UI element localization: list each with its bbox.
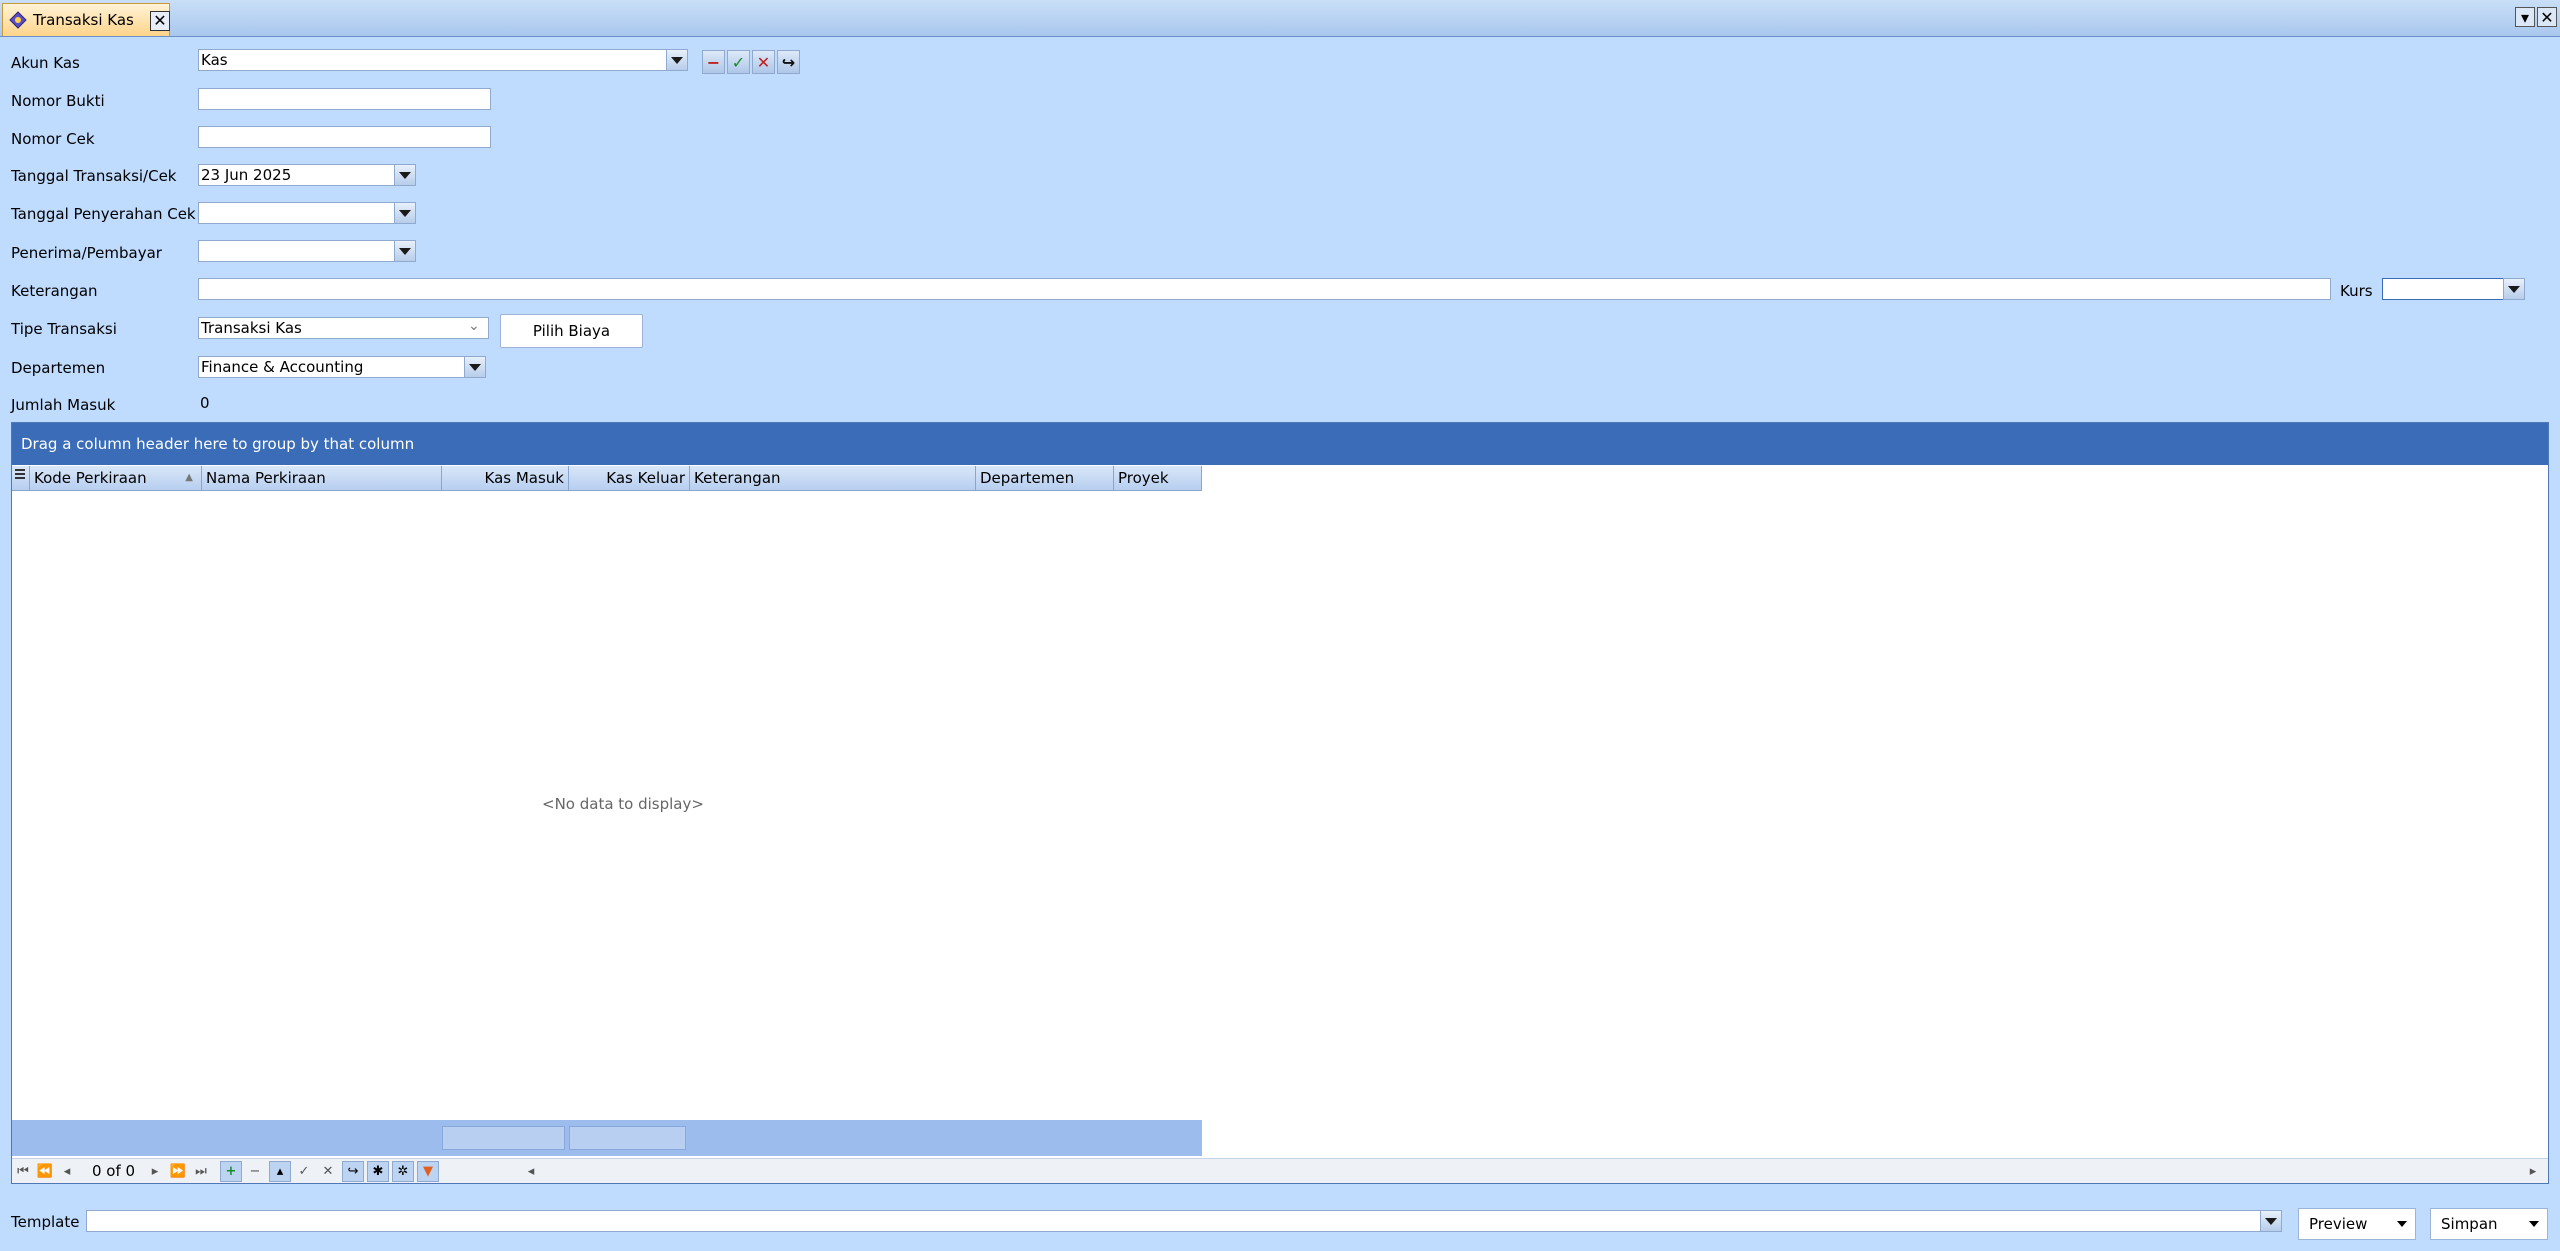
nav-record-count: 0 of 0 [92, 1162, 136, 1180]
departemen-dropdown-icon[interactable] [464, 356, 486, 378]
akun-kas-dropdown-icon[interactable] [666, 49, 688, 71]
nav-prev-page-icon[interactable]: ⏪ [34, 1161, 56, 1182]
nav-bookmark-icon[interactable]: ✱ [367, 1161, 389, 1182]
app-icon [9, 11, 27, 29]
tab-transaksi-kas[interactable]: Transaksi Kas ✕ [2, 3, 170, 36]
keterangan-input[interactable] [198, 278, 2331, 300]
transaction-grid: Drag a column header here to group by th… [11, 422, 2549, 1184]
tipe-transaksi-chevron-icon[interactable]: ⌄ [468, 318, 480, 334]
grid-navigator: ⏮ ⏪ ◂ 0 of 0 ▸ ⏩ ⏭ + − ▴ ✓ ✕ ↪ ✱ ✲ ▼ ◂ ▸ [12, 1158, 2548, 1183]
column-kode-perkiraan[interactable]: Kode Perkiraan ▲ [30, 466, 202, 491]
preview-button[interactable]: Preview [2298, 1208, 2416, 1240]
scroll-right-icon[interactable]: ▸ [2522, 1161, 2544, 1182]
nav-cancel-icon[interactable]: ✕ [317, 1161, 339, 1182]
nav-delete-icon[interactable]: − [244, 1161, 266, 1182]
column-nama-perkiraan[interactable]: Nama Perkiraan [202, 466, 442, 491]
tanggal-transaksi-dropdown-icon[interactable] [394, 164, 416, 186]
nomor-bukti-label: Nomor Bukti [11, 92, 105, 110]
pilih-biaya-button[interactable]: Pilih Biaya [500, 314, 643, 348]
nav-first-icon[interactable]: ⏮ [12, 1161, 34, 1182]
column-proyek[interactable]: Proyek [1114, 466, 1202, 491]
cancel-icon[interactable]: ✕ [752, 50, 775, 74]
tanggal-transaksi-label: Tanggal Transaksi/Cek [11, 167, 177, 185]
penerima-dropdown-icon[interactable] [394, 240, 416, 262]
penerima-label: Penerima/Pembayar [11, 244, 162, 262]
nomor-bukti-input[interactable] [198, 88, 491, 110]
departemen-label: Departemen [11, 359, 106, 377]
tanggal-penyerahan-label: Tanggal Penyerahan Cek [11, 205, 196, 223]
kurs-dropdown-icon[interactable] [2503, 278, 2525, 300]
akun-kas-input[interactable]: Kas [198, 49, 668, 71]
jumlah-masuk-label: Jumlah Masuk [11, 396, 116, 414]
tanggal-penyerahan-dropdown-icon[interactable] [394, 202, 416, 224]
tanggal-transaksi-input[interactable]: 23 Jun 2025 [198, 164, 396, 186]
column-chooser-icon[interactable] [12, 466, 30, 491]
window-close-icon[interactable]: ✕ [2537, 7, 2557, 27]
column-keterangan[interactable]: Keterangan [690, 466, 976, 491]
akun-kas-label: Akun Kas [11, 54, 80, 72]
tipe-transaksi-select[interactable]: Transaksi Kas [198, 317, 489, 339]
tab-title: Transaksi Kas [33, 11, 134, 29]
tab-bar: Transaksi Kas ✕ ▾ ✕ [0, 0, 2560, 37]
nav-next-icon[interactable]: ▸ [144, 1161, 166, 1182]
minus-icon[interactable]: − [702, 50, 725, 74]
grid-footer [12, 1120, 1202, 1156]
empty-grid-message: <No data to display> [542, 795, 704, 813]
template-dropdown-icon[interactable] [2260, 1210, 2282, 1232]
window-dropdown-icon[interactable]: ▾ [2515, 7, 2535, 27]
preview-dropdown-icon[interactable] [2397, 1221, 2407, 1227]
nav-edit-icon[interactable]: ▴ [269, 1161, 291, 1182]
template-input[interactable] [86, 1210, 2272, 1232]
nomor-cek-label: Nomor Cek [11, 130, 95, 148]
nav-last-icon[interactable]: ⏭ [190, 1161, 212, 1182]
simpan-button[interactable]: Simpan [2430, 1208, 2548, 1240]
departemen-input[interactable]: Finance & Accounting [198, 356, 466, 378]
keterangan-label: Keterangan [11, 282, 98, 300]
penerima-input[interactable] [198, 240, 396, 262]
tanggal-penyerahan-input[interactable] [198, 202, 396, 224]
simpan-dropdown-icon[interactable] [2529, 1221, 2539, 1227]
scroll-left-icon[interactable]: ◂ [520, 1161, 542, 1182]
footer-kas-keluar-sum [569, 1126, 686, 1150]
tab-close-icon[interactable]: ✕ [150, 11, 170, 31]
kurs-label: Kurs [2340, 282, 2373, 300]
group-by-panel[interactable]: Drag a column header here to group by th… [12, 423, 2548, 465]
column-kas-keluar[interactable]: Kas Keluar [569, 466, 690, 491]
nav-post-icon[interactable]: ✓ [293, 1161, 315, 1182]
column-kas-masuk[interactable]: Kas Masuk [442, 466, 569, 491]
check-icon[interactable]: ✓ [727, 50, 750, 74]
nav-append-icon[interactable]: + [220, 1161, 242, 1182]
nav-next-page-icon[interactable]: ⏩ [167, 1161, 189, 1182]
nomor-cek-input[interactable] [198, 126, 491, 148]
nav-prev-icon[interactable]: ◂ [56, 1161, 78, 1182]
template-label: Template [11, 1213, 80, 1231]
nav-filter-icon[interactable]: ▼ [417, 1161, 439, 1182]
footer-kas-masuk-sum [442, 1126, 565, 1150]
sort-ascending-icon: ▲ [185, 472, 193, 483]
tipe-transaksi-label: Tipe Transaksi [11, 320, 117, 338]
jumlah-masuk-value: 0 [200, 394, 210, 412]
refresh-icon[interactable]: ↪ [777, 50, 800, 74]
nav-goto-bookmark-icon[interactable]: ✲ [392, 1161, 414, 1182]
kurs-input[interactable] [2382, 278, 2504, 300]
nav-refresh-icon[interactable]: ↪ [342, 1161, 364, 1182]
column-departemen[interactable]: Departemen [976, 466, 1114, 491]
